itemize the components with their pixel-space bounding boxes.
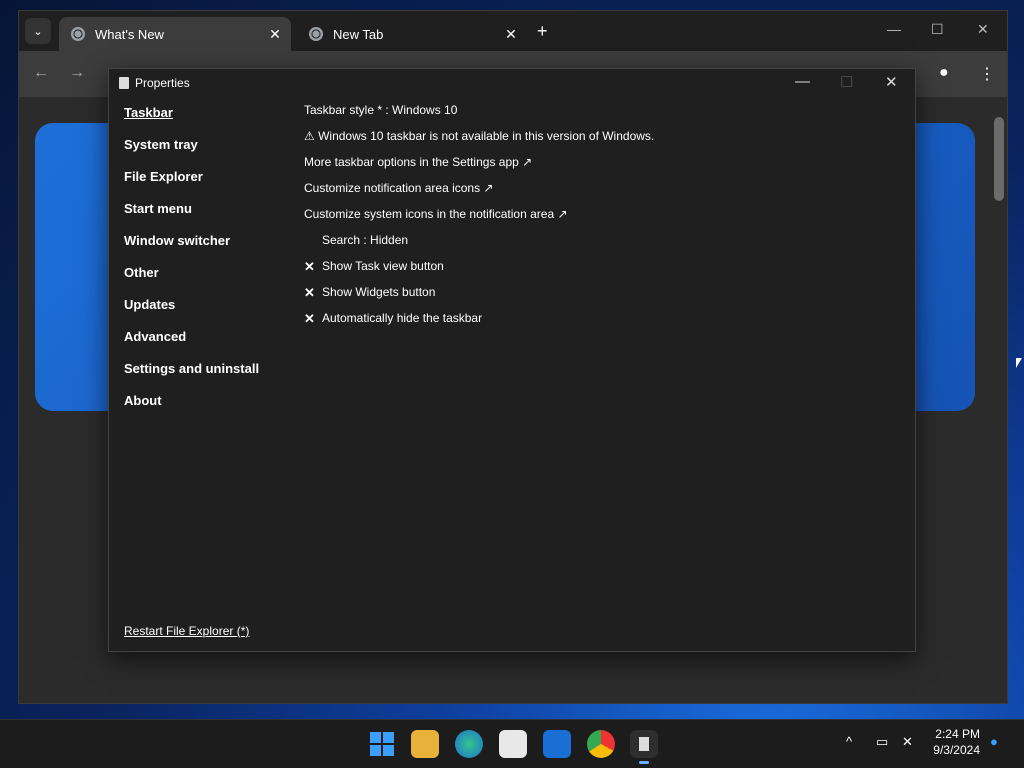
- back-icon[interactable]: ←: [33, 64, 49, 82]
- windows-start-icon[interactable]: [368, 730, 396, 758]
- chevron-down-icon: ⌄: [33, 25, 43, 38]
- nav-file-explorer[interactable]: File Explorer: [124, 169, 284, 201]
- setting-label: Show Widgets button: [322, 285, 436, 299]
- maximize-icon: ☐: [840, 74, 854, 91]
- forward-icon[interactable]: →: [69, 64, 85, 82]
- nav-advanced[interactable]: Advanced: [124, 329, 284, 361]
- close-tab-icon[interactable]: ✕: [501, 26, 521, 43]
- clock-date: 9/3/2024: [933, 743, 980, 757]
- tab-new-tab[interactable]: New Tab ✕: [297, 17, 527, 51]
- scrollbar-thumb[interactable]: [994, 117, 1004, 201]
- close-window-icon[interactable]: ✕: [977, 21, 989, 38]
- minimize-icon[interactable]: —: [887, 21, 901, 37]
- explorerpatcher-icon[interactable]: [630, 730, 658, 764]
- setting-search[interactable]: Search : Hidden: [304, 233, 895, 259]
- link-label: Customize notification area icons ↗: [304, 181, 494, 195]
- taskbar: ^ ▭ ✕ 2:24 PM 9/3/2024 ●: [0, 719, 1024, 768]
- tab-title: What's New: [95, 26, 164, 42]
- nav-window-switcher[interactable]: Window switcher: [124, 233, 284, 265]
- settings-nav: Taskbar System tray File Explorer Start …: [124, 105, 284, 425]
- setting-label: Show Task view button: [322, 259, 444, 273]
- dialog-title: Properties: [135, 76, 190, 90]
- tab-strip: ⌄ What's New ✕ New Tab ✕ + — ☐ ✕: [19, 11, 1007, 51]
- outlook-icon[interactable]: [543, 730, 571, 758]
- network-icon[interactable]: ▭: [876, 734, 888, 750]
- setting-label: Taskbar style * : Windows 10: [304, 103, 458, 117]
- warning-message: ⚠ Windows 10 taskbar is not available in…: [304, 129, 895, 155]
- close-tab-icon[interactable]: ✕: [265, 26, 285, 43]
- x-mark-icon: ✕: [304, 311, 315, 326]
- store-icon[interactable]: [499, 730, 527, 758]
- setting-label: Search : Hidden: [322, 233, 409, 247]
- app-icon: [119, 77, 129, 89]
- file-explorer-icon[interactable]: [411, 730, 439, 758]
- x-mark-icon: ✕: [304, 259, 315, 274]
- clock-time: 2:24 PM: [935, 727, 980, 741]
- toggle-autohide[interactable]: ✕ Automatically hide the taskbar: [304, 311, 895, 337]
- x-mark-icon: ✕: [304, 285, 315, 300]
- nav-about[interactable]: About: [124, 393, 284, 425]
- tab-title: New Tab: [333, 26, 384, 42]
- link-label: Customize system icons in the notificati…: [304, 207, 568, 221]
- nav-other[interactable]: Other: [124, 265, 284, 297]
- notification-bell-icon[interactable]: ●: [990, 734, 998, 749]
- clock[interactable]: 2:24 PM 9/3/2024: [933, 726, 980, 758]
- tray-chevron-icon[interactable]: ^: [846, 734, 852, 749]
- link-label: More taskbar options in the Settings app…: [304, 155, 533, 169]
- link-notification-icons[interactable]: Customize notification area icons ↗: [304, 181, 895, 207]
- link-settings-app[interactable]: More taskbar options in the Settings app…: [304, 155, 895, 181]
- chrome-favicon-icon: [71, 27, 85, 41]
- nav-system-tray[interactable]: System tray: [124, 137, 284, 169]
- restart-explorer-link[interactable]: Restart File Explorer (*): [124, 624, 249, 638]
- properties-dialog: Properties — ☐ ✕ Taskbar System tray Fil…: [108, 68, 916, 652]
- scrollbar[interactable]: [991, 97, 1007, 703]
- maximize-icon[interactable]: ☐: [931, 21, 944, 38]
- new-tab-button[interactable]: +: [537, 21, 548, 42]
- settings-content: Taskbar style * : Windows 10 ⚠ Windows 1…: [304, 103, 895, 337]
- toggle-task-view[interactable]: ✕ Show Task view button: [304, 259, 895, 285]
- nav-taskbar[interactable]: Taskbar: [124, 105, 284, 137]
- setting-label: Automatically hide the taskbar: [322, 311, 483, 325]
- toggle-widgets[interactable]: ✕ Show Widgets button: [304, 285, 895, 311]
- setting-taskbar-style[interactable]: Taskbar style * : Windows 10: [304, 103, 895, 129]
- nav-settings-uninstall[interactable]: Settings and uninstall: [124, 361, 284, 393]
- edge-icon[interactable]: [455, 730, 483, 758]
- nav-start-menu[interactable]: Start menu: [124, 201, 284, 233]
- nav-updates[interactable]: Updates: [124, 297, 284, 329]
- menu-icon[interactable]: ⋮: [979, 64, 995, 84]
- chrome-icon[interactable]: [587, 730, 615, 758]
- minimize-icon[interactable]: —: [795, 73, 810, 90]
- profile-icon[interactable]: ●: [939, 64, 949, 82]
- close-icon[interactable]: ✕: [885, 73, 898, 91]
- volume-muted-icon[interactable]: ✕: [902, 734, 913, 750]
- link-system-icons[interactable]: Customize system icons in the notificati…: [304, 207, 895, 233]
- warning-text: ⚠ Windows 10 taskbar is not available in…: [304, 129, 655, 143]
- tab-search-button[interactable]: ⌄: [25, 18, 51, 44]
- chrome-favicon-icon: [309, 27, 323, 41]
- mouse-cursor-icon: [1016, 358, 1022, 368]
- tab-whats-new[interactable]: What's New ✕: [59, 17, 291, 51]
